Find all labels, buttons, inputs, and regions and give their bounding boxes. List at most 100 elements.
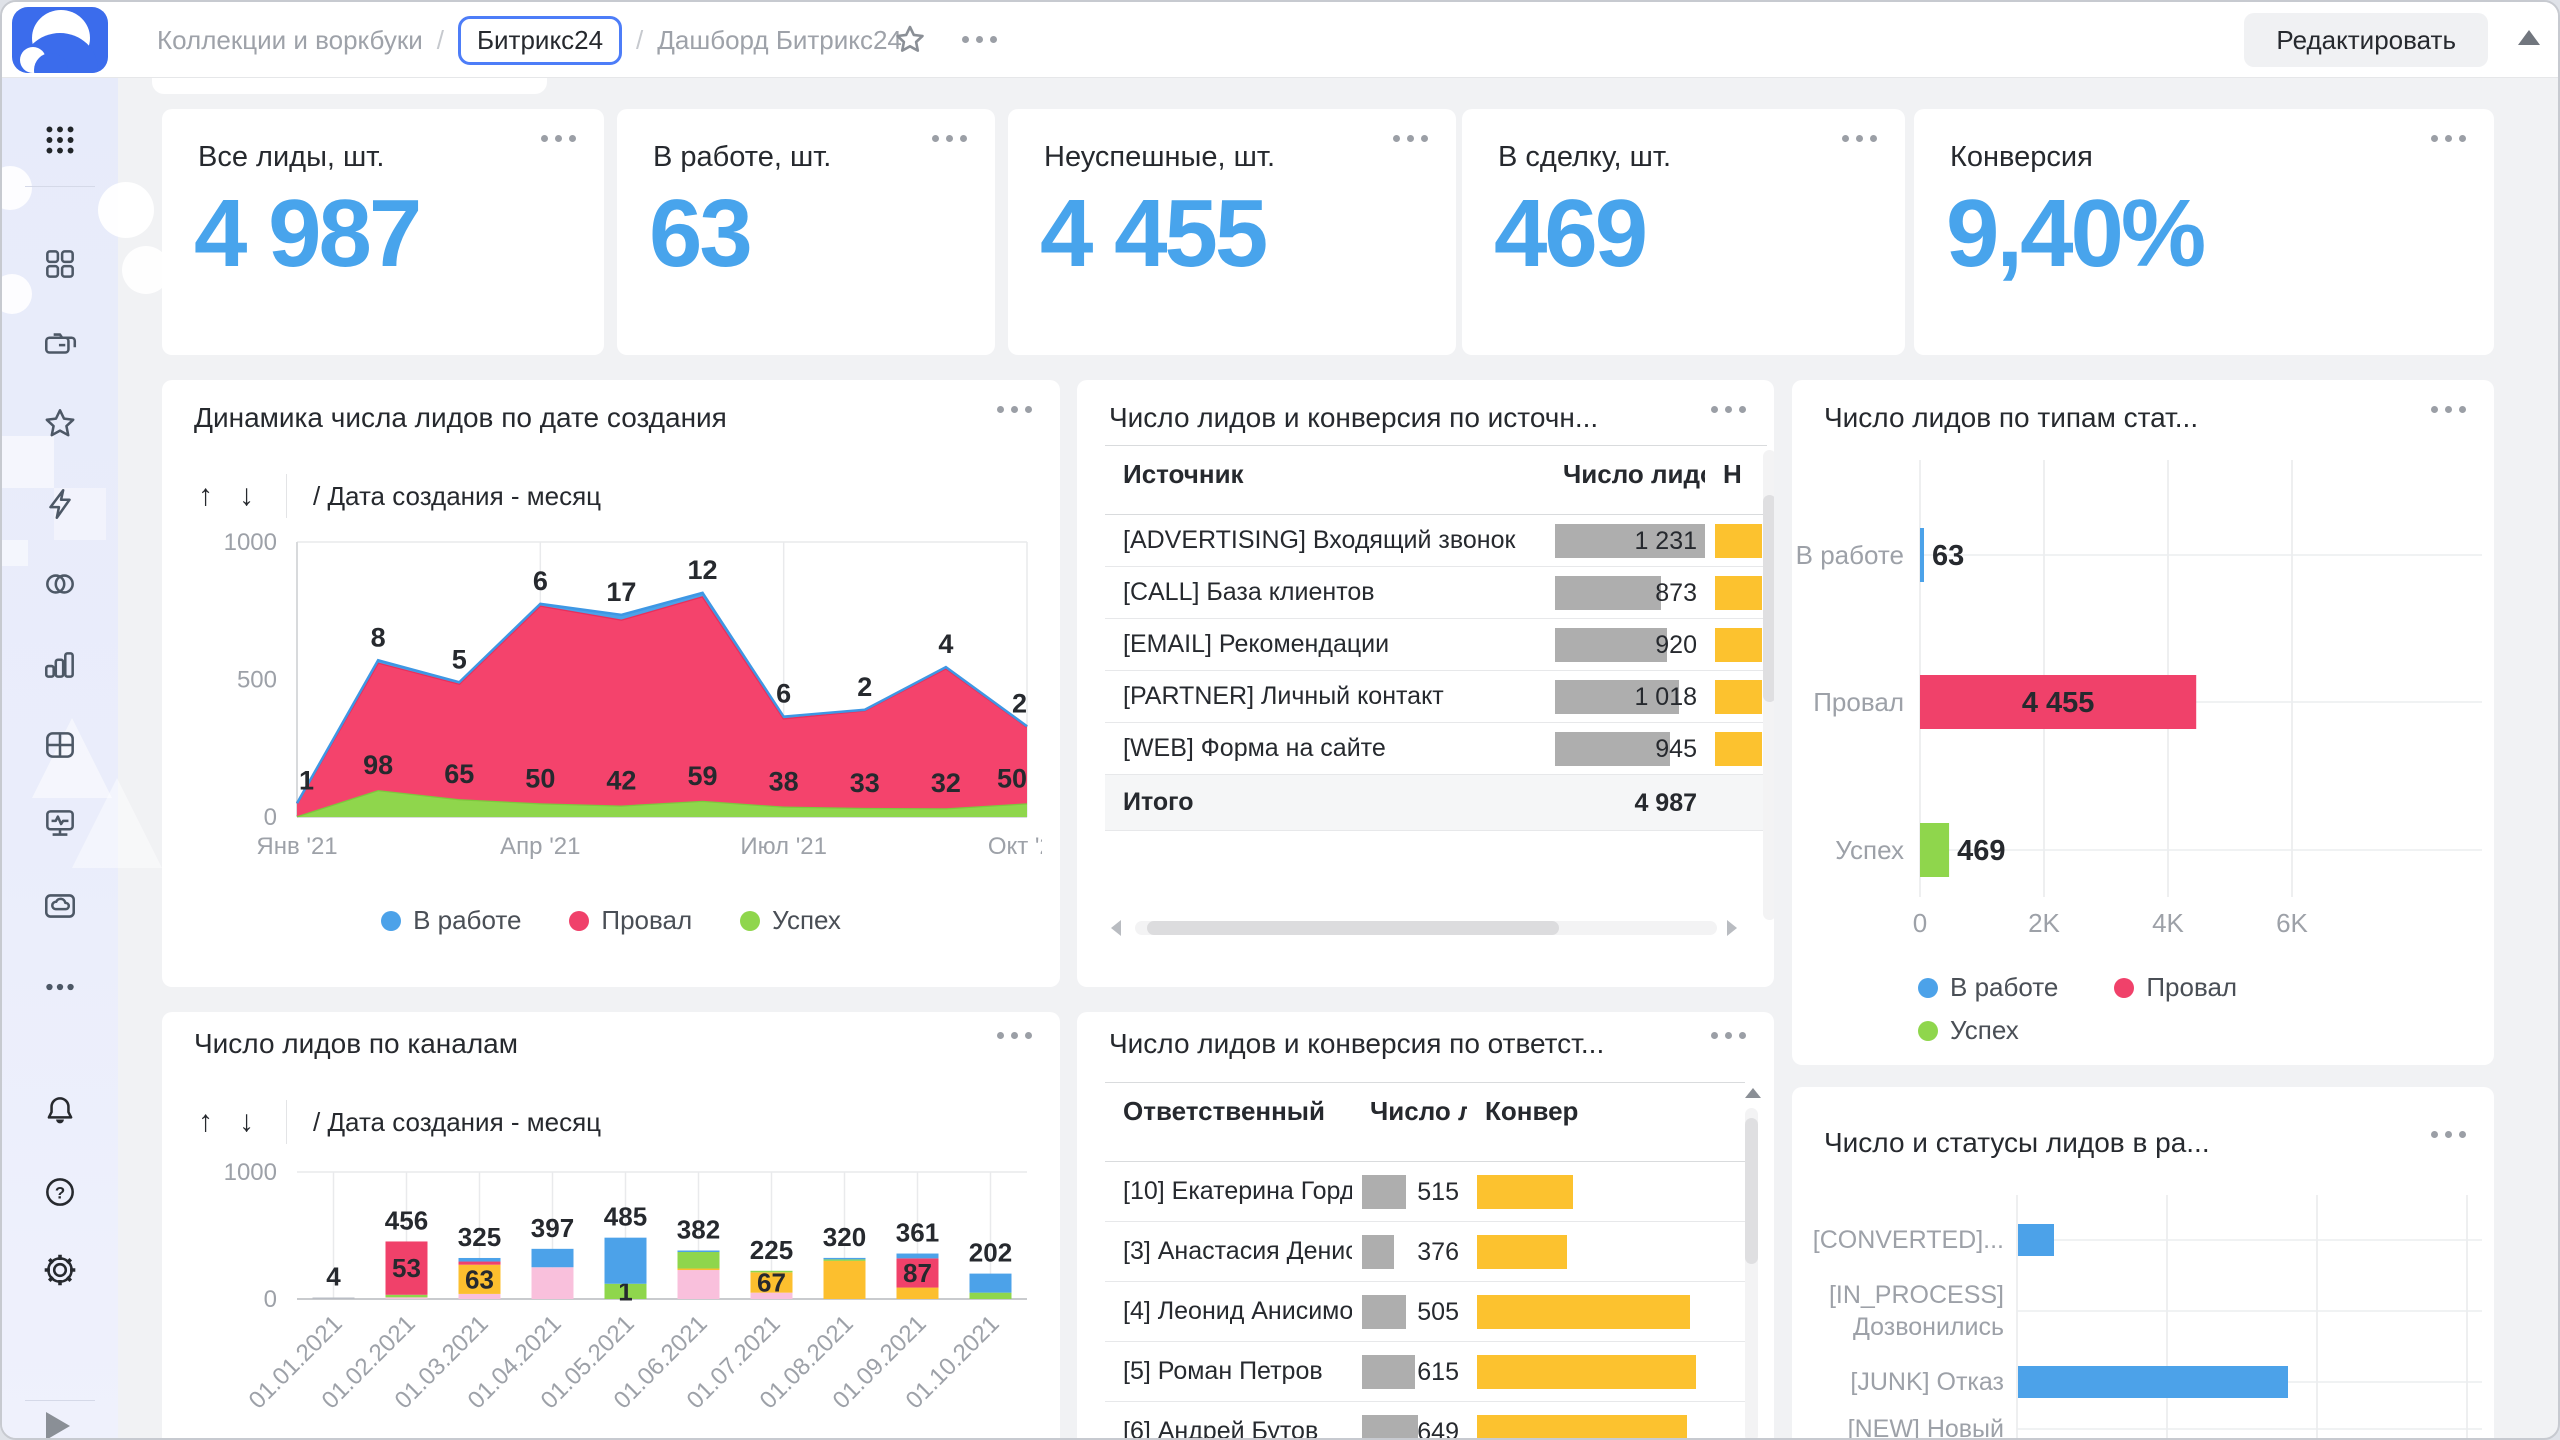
widget-channels: Число лидов по каналам ↑ ↓ / Дата создан… — [162, 1012, 1060, 1440]
edit-button[interactable]: Редактировать — [2244, 13, 2488, 67]
sort-desc-icon[interactable]: ↓ — [239, 479, 254, 513]
kpi-card-all-leads: Все лиды, шт. 4 987 — [162, 109, 604, 355]
widget-title: Число лидов по каналам — [194, 1028, 518, 1060]
dashboards-icon[interactable] — [41, 726, 79, 764]
svg-text:4K: 4K — [2152, 908, 2184, 938]
table-row[interactable]: [PARTNER] Личный контакт1 018 — [1105, 671, 1767, 723]
collections-icon[interactable] — [41, 324, 79, 362]
sort-asc-icon[interactable]: ↑ — [198, 479, 213, 513]
widgets-icon[interactable] — [41, 245, 79, 283]
scroll-up-icon[interactable] — [2518, 30, 2540, 45]
svg-text:Провал: Провал — [1813, 687, 1904, 717]
breadcrumb-collections[interactable]: Коллекции и воркбуки — [157, 25, 423, 56]
legend-dot-icon — [1918, 1021, 1938, 1041]
page-menu-icon[interactable] — [962, 36, 997, 43]
widget-menu-icon[interactable] — [2431, 406, 2466, 413]
svg-text:Дозвонились: Дозвонились — [1853, 1313, 2004, 1341]
notifications-icon[interactable] — [41, 1092, 79, 1130]
drill-breadcrumb[interactable]: / Дата создания - месяц — [313, 481, 601, 512]
storage-icon[interactable] — [41, 887, 79, 925]
widget-menu-icon[interactable] — [1842, 135, 1877, 142]
table-row[interactable]: [ADVERTISING] Входящий звонок1 231 — [1105, 515, 1767, 567]
conversion-bar — [1477, 1175, 1573, 1209]
table-row[interactable]: [CALL] База клиентов873 — [1105, 567, 1767, 619]
settings-icon[interactable] — [41, 1251, 79, 1289]
more-icon[interactable] — [41, 968, 79, 1006]
widget-menu-icon[interactable] — [541, 135, 576, 142]
legend-item[interactable]: Успех — [1918, 1015, 2019, 1046]
kpi-title: В сделку, шт. — [1498, 141, 1671, 174]
table-row[interactable]: [10] Екатерина Гордеева515 — [1105, 1162, 1745, 1222]
monitoring-icon[interactable] — [41, 805, 79, 843]
widget-menu-icon[interactable] — [2431, 135, 2466, 142]
leads-count-cell: 1 231 — [1545, 515, 1705, 566]
table-row[interactable]: [WEB] Форма на сайте945 — [1105, 723, 1767, 775]
quick-actions-icon[interactable] — [41, 485, 79, 523]
widget-menu-icon[interactable] — [2431, 1131, 2466, 1138]
leads-count: 515 — [1417, 1178, 1459, 1207]
decoration — [2, 540, 28, 566]
widget-menu-icon[interactable] — [997, 1032, 1032, 1039]
legend-dot-icon — [569, 911, 589, 931]
table-row[interactable]: [EMAIL] Рекомендации920 — [1105, 619, 1767, 671]
legend-item[interactable]: В работе — [1918, 972, 2058, 1003]
legend-item[interactable]: В работе — [381, 905, 521, 936]
column-header[interactable]: Источник — [1105, 446, 1545, 491]
datasets-icon[interactable] — [41, 565, 79, 603]
sort-asc-icon[interactable]: ↑ — [198, 1105, 213, 1139]
horizontal-scrollbar-thumb[interactable] — [1147, 921, 1559, 935]
column-header[interactable]: Конвер — [1467, 1083, 1745, 1128]
charts-icon[interactable] — [41, 646, 79, 684]
apps-grid-icon[interactable] — [41, 121, 79, 159]
column-header[interactable]: Число лидов — [1352, 1083, 1467, 1128]
drill-breadcrumb[interactable]: / Дата создания - месяц — [313, 1107, 601, 1138]
decoration — [2, 436, 54, 488]
widget-menu-icon[interactable] — [997, 406, 1032, 413]
favorite-star-icon[interactable] — [892, 22, 928, 63]
scroll-right-icon[interactable] — [1727, 920, 1737, 936]
sort-desc-icon[interactable]: ↓ — [239, 1105, 254, 1139]
legend-item[interactable]: Провал — [2114, 972, 2237, 1003]
column-header[interactable]: Число лидов — [1545, 446, 1705, 491]
widget-menu-icon[interactable] — [1711, 406, 1746, 413]
svg-text:?: ? — [55, 1183, 65, 1202]
expand-sidebar-icon[interactable] — [46, 1412, 70, 1440]
widget-menu-icon[interactable] — [1393, 135, 1428, 142]
svg-text:63: 63 — [1932, 540, 1964, 572]
scroll-up-icon[interactable] — [1745, 1088, 1761, 1098]
leads-count: 945 — [1655, 735, 1697, 764]
conversion-cell — [1467, 1402, 1745, 1440]
widget-menu-icon[interactable] — [1711, 1032, 1746, 1039]
chart-legend: В работе Провал Успех — [162, 905, 1060, 936]
table-header: ОтветственныйЧисло лидовКонвер — [1105, 1082, 1745, 1162]
vertical-scrollbar-thumb[interactable] — [1763, 495, 1774, 702]
help-icon[interactable]: ? — [41, 1173, 79, 1211]
breadcrumb-workbook[interactable]: Битрикс24 — [458, 16, 622, 65]
leads-count: 649 — [1417, 1418, 1459, 1440]
table-row[interactable]: [5] Роман Петров615 — [1105, 1342, 1745, 1402]
column-header[interactable]: Ответственный — [1105, 1083, 1352, 1128]
legend-item[interactable]: Провал — [569, 905, 692, 936]
legend-item[interactable]: Успех — [740, 905, 841, 936]
datalens-logo[interactable] — [12, 7, 108, 73]
kpi-value: 63 — [649, 179, 750, 289]
leads-count-cell: 920 — [1545, 619, 1705, 670]
svg-text:65: 65 — [444, 759, 474, 789]
scroll-left-icon[interactable] — [1111, 920, 1121, 936]
svg-text:5: 5 — [452, 644, 467, 674]
conversion-bar — [1715, 732, 1762, 766]
widget-responsible-table: Число лидов и конверсия по ответст... От… — [1077, 1012, 1774, 1440]
table-row[interactable]: [6] Андрей Бутов649 — [1105, 1402, 1745, 1440]
leads-count: 615 — [1417, 1358, 1459, 1387]
table-row[interactable]: [4] Леонид Анисимов505 — [1105, 1282, 1745, 1342]
favorites-icon[interactable] — [41, 405, 79, 443]
breadcrumb-dashboard[interactable]: Дашборд Битрикс24 — [657, 25, 902, 56]
kpi-value: 9,40% — [1946, 179, 2203, 289]
value-bar — [1362, 1355, 1415, 1389]
column-header[interactable]: Н — [1705, 446, 1767, 491]
decoration — [0, 274, 32, 314]
svg-text:2K: 2K — [2028, 908, 2060, 938]
table-row[interactable]: [3] Анастасия Денисова376 — [1105, 1222, 1745, 1282]
widget-menu-icon[interactable] — [932, 135, 967, 142]
vertical-scrollbar-thumb[interactable] — [1745, 1118, 1758, 1264]
